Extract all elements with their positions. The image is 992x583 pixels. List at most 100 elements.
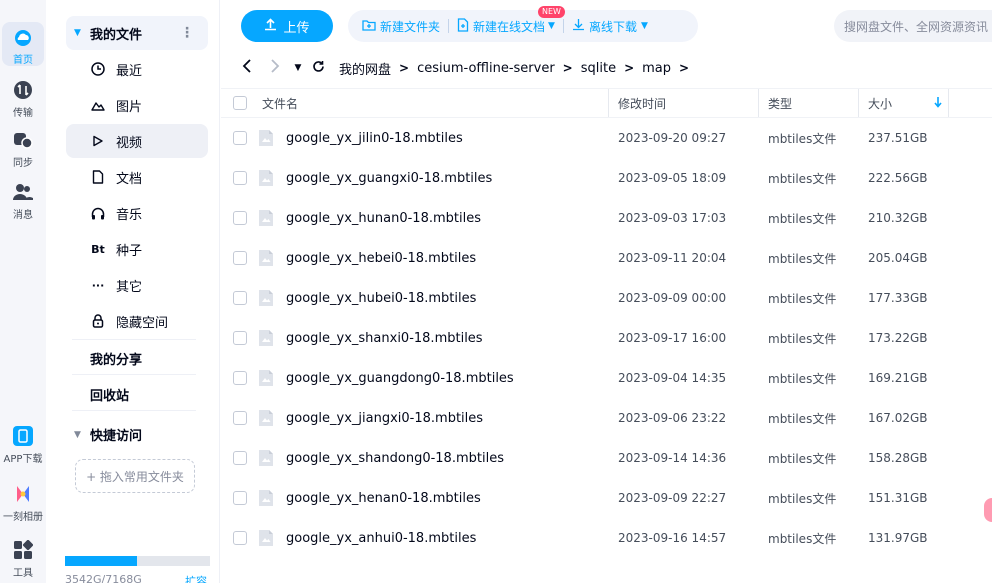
table-row[interactable]: google_yx_henan0-18.mbtiles 2023-09-09 2… (221, 478, 992, 518)
upload-button[interactable]: 上传 (241, 10, 333, 42)
column-divider (758, 89, 759, 117)
table-row[interactable]: google_yx_hubei0-18.mbtiles 2023-09-09 0… (221, 278, 992, 318)
sidebar-item-torrents[interactable]: Bt 种子 (66, 232, 208, 266)
row-checkbox[interactable] (233, 411, 247, 425)
rail-item-messages[interactable]: 消息 (0, 180, 46, 221)
breadcrumb-item[interactable]: map (642, 61, 671, 76)
caret-down-icon: ▼ (548, 21, 555, 31)
file-modified-time: 2023-09-09 22:27 (618, 491, 727, 505)
transfer-icon (11, 78, 35, 102)
floating-assistant-icon[interactable] (984, 498, 992, 522)
rail-item-sync[interactable]: 同步 (0, 128, 46, 169)
doc-plus-icon (457, 17, 469, 35)
sidebar-item-music[interactable]: 音乐 (66, 196, 208, 230)
sync-icon (11, 128, 35, 152)
rail-label: APP下载 (3, 454, 43, 465)
new-online-doc-label: 新建在线文档 (473, 19, 546, 34)
chevron-right-icon: > (624, 61, 635, 75)
more-vertical-icon[interactable]: ⋮ (180, 25, 194, 41)
drop-favorite-folder-zone[interactable]: + 拖入常用文件夹 (75, 459, 195, 493)
row-checkbox[interactable] (233, 531, 247, 545)
sidebar-item-recent[interactable]: 最近 (66, 52, 208, 86)
row-checkbox[interactable] (233, 291, 247, 305)
column-divider (608, 89, 609, 117)
row-checkbox[interactable] (233, 371, 247, 385)
new-online-doc-button[interactable]: 新建在线文档 ▼ NEW (449, 5, 565, 35)
table-row[interactable]: google_yx_shanxi0-18.mbtiles 2023-09-17 … (221, 318, 992, 358)
table-row[interactable]: google_yx_guangxi0-18.mbtiles 2023-09-05… (221, 158, 992, 198)
column-header-name[interactable]: 文件名 (262, 89, 298, 117)
sidebar-item-label: 视频 (116, 135, 143, 151)
sidebar-item-label: 种子 (116, 243, 143, 259)
file-modified-time: 2023-09-11 20:04 (618, 251, 727, 265)
column-header-size[interactable]: 大小 (868, 89, 892, 117)
file-icon (258, 369, 274, 387)
breadcrumb-item[interactable]: cesium-offline-server (417, 61, 555, 76)
column-header-type[interactable]: 类型 (768, 89, 792, 117)
table-row[interactable]: google_yx_anhui0-18.mbtiles 2023-09-16 1… (221, 518, 992, 558)
refresh-button[interactable] (307, 60, 329, 77)
sort-descending-icon[interactable] (934, 96, 942, 111)
row-checkbox[interactable] (233, 171, 247, 185)
rail-item-home[interactable]: 首页 (2, 22, 44, 66)
file-type: mbtiles文件 (768, 291, 837, 306)
row-checkbox[interactable] (233, 211, 247, 225)
file-size: 151.31GB (868, 491, 928, 505)
new-folder-button[interactable]: 新建文件夹 (354, 18, 448, 35)
rail-item-transfer[interactable]: 传输 (0, 78, 46, 119)
phone-icon (11, 424, 35, 448)
file-modified-time: 2023-09-16 14:57 (618, 531, 727, 545)
row-checkbox[interactable] (233, 491, 247, 505)
table-row[interactable]: google_yx_jiangxi0-18.mbtiles 2023-09-06… (221, 398, 992, 438)
file-modified-time: 2023-09-06 23:22 (618, 411, 727, 425)
sidebar-item-hidden-space[interactable]: 隐藏空间 (66, 304, 208, 338)
forward-button[interactable] (261, 59, 289, 77)
row-checkbox[interactable] (233, 131, 247, 145)
sidebar-item-images[interactable]: 图片 (66, 88, 208, 122)
file-icon (258, 249, 274, 267)
select-all-checkbox[interactable] (233, 96, 247, 110)
sidebar-item-documents[interactable]: 文档 (66, 160, 208, 194)
clock-icon (90, 61, 106, 77)
file-icon (258, 529, 274, 547)
table-row[interactable]: google_yx_guangdong0-18.mbtiles 2023-09-… (221, 358, 992, 398)
file-type: mbtiles文件 (768, 451, 837, 466)
path-bar: ▼ 我的网盘 > cesium-offline-server > sqlite … (221, 54, 992, 82)
file-type: mbtiles文件 (768, 531, 837, 546)
sidebar-item-my-share[interactable]: 我的分享 (90, 349, 142, 368)
row-checkbox[interactable] (233, 331, 247, 345)
caret-down-icon: ▼ (74, 28, 81, 38)
storage-quota-text: 3542G/7168G (65, 573, 142, 583)
breadcrumb-item[interactable]: 我的网盘 (339, 59, 391, 78)
file-size: 205.04GB (868, 251, 928, 265)
expand-storage-link[interactable]: 扩容 (185, 573, 207, 583)
table-row[interactable]: google_yx_shandong0-18.mbtiles 2023-09-1… (221, 438, 992, 478)
offline-download-button[interactable]: 离线下载 ▼ (564, 18, 656, 35)
table-row[interactable]: google_yx_jilin0-18.mbtiles 2023-09-20 0… (221, 118, 992, 158)
sidebar-item-label: 图片 (116, 99, 143, 115)
storage-quota-fill (65, 556, 137, 566)
sidebar-item-other[interactable]: ··· 其它 (66, 268, 208, 302)
file-modified-time: 2023-09-17 16:00 (618, 331, 727, 345)
rail-item-tools[interactable]: 工具 (0, 538, 46, 579)
file-name: google_yx_hunan0-18.mbtiles (286, 210, 481, 226)
column-header-time[interactable]: 修改时间 (618, 89, 666, 117)
chevron-right-icon: > (679, 61, 690, 75)
quick-access-header[interactable]: ▼ 快捷访问 (74, 425, 142, 444)
sidebar-item-video[interactable]: 视频 (66, 124, 208, 158)
table-row[interactable]: google_yx_hunan0-18.mbtiles 2023-09-03 1… (221, 198, 992, 238)
file-name: google_yx_henan0-18.mbtiles (286, 490, 481, 506)
file-icon (258, 169, 274, 187)
my-files-header[interactable]: ▼ 我的文件 ⋮ (66, 16, 208, 50)
breadcrumb-item[interactable]: sqlite (581, 61, 616, 76)
history-dropdown-icon[interactable]: ▼ (289, 63, 307, 73)
sidebar-item-recycle-bin[interactable]: 回收站 (90, 385, 129, 404)
rail-item-app-download[interactable]: APP下载 (0, 424, 46, 465)
row-checkbox[interactable] (233, 251, 247, 265)
contacts-icon (11, 180, 35, 204)
table-row[interactable]: google_yx_hebei0-18.mbtiles 2023-09-11 2… (221, 238, 992, 278)
rail-item-album[interactable]: 一刻相册 (0, 482, 46, 523)
search-input[interactable]: 搜网盘文件、全网资源资讯 (834, 10, 992, 42)
back-button[interactable] (233, 59, 261, 77)
row-checkbox[interactable] (233, 451, 247, 465)
